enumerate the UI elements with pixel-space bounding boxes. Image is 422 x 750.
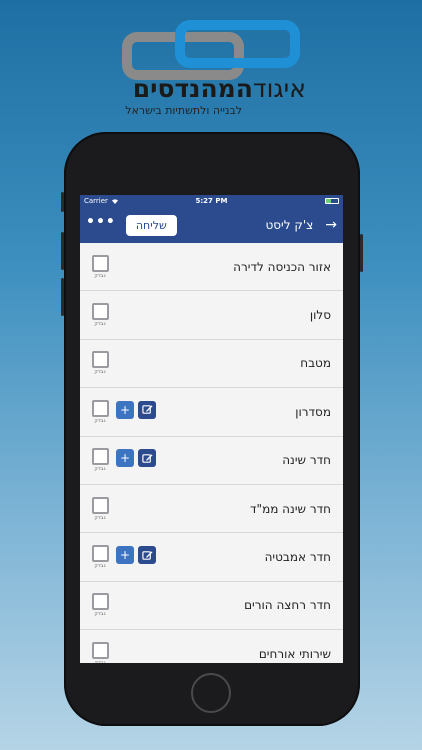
checklist-row[interactable]: נבדק שירותי אורחים — [80, 630, 343, 663]
row-controls: נבדק — [90, 496, 110, 521]
checklist-row[interactable]: נבדק אזור הכניסה לדירה — [80, 243, 343, 292]
phone-frame: Carrier 5:27 PM ••• שליחה צ'ק ליסט → נבד… — [61, 132, 363, 726]
edit-icon[interactable] — [138, 546, 156, 565]
edit-icon[interactable] — [138, 449, 156, 468]
pencil-icon — [141, 453, 153, 463]
checklist-row[interactable]: נבדק + מסדרון — [80, 388, 343, 437]
row-action-buttons: + — [116, 546, 156, 565]
arrow-right-icon[interactable]: → — [325, 217, 337, 233]
home-button[interactable] — [191, 673, 231, 713]
row-label: חדר שינה — [282, 453, 331, 468]
check-wrap: נבדק — [90, 545, 110, 569]
logo-title-thin: איגוד — [252, 74, 306, 103]
row-controls: נבדק — [90, 303, 110, 327]
status-bar: Carrier 5:27 PM — [80, 195, 343, 207]
checkbox[interactable] — [91, 545, 109, 563]
checkbox[interactable] — [91, 399, 109, 417]
row-controls: נבדק — [90, 593, 110, 617]
battery-level — [326, 199, 332, 203]
logo-title-strong: המהנדסים — [132, 74, 253, 103]
edit-icon[interactable] — [138, 400, 156, 419]
row-controls: נבדק — [90, 641, 110, 663]
checkbox[interactable] — [91, 641, 109, 659]
check-wrap: נבדק — [90, 448, 110, 472]
row-controls: נבדק — [90, 351, 110, 375]
logo-title: איגודהמהנדסים — [120, 74, 306, 108]
pencil-icon — [141, 405, 153, 415]
volume-up-button — [61, 232, 64, 270]
logo-subtitle: לבנייה ולתשתיות בישראל — [125, 104, 242, 117]
plus-icon[interactable]: + — [116, 449, 134, 468]
logo-rings-icon — [122, 20, 300, 80]
checked-label: נבדק — [94, 514, 106, 521]
battery-icon — [325, 198, 339, 204]
checklist-row[interactable]: נבדק חדר שינה ממ"ד — [80, 485, 343, 534]
check-wrap: נבדק — [90, 351, 110, 375]
checkbox[interactable] — [91, 496, 109, 514]
checked-label: נבדק — [94, 466, 106, 473]
checklist-row[interactable]: נבדק + חדר אמבטיה — [80, 533, 343, 582]
app-screen: Carrier 5:27 PM ••• שליחה צ'ק ליסט → נבד… — [80, 195, 343, 663]
checked-label: נבדק — [94, 321, 106, 328]
checked-label: נבדק — [94, 659, 106, 663]
checked-label: נבדק — [94, 611, 106, 618]
checked-label: נבדק — [94, 369, 106, 376]
plus-icon[interactable]: + — [116, 400, 134, 419]
row-controls: נבדק + — [90, 448, 156, 472]
checklist: נבדק אזור הכניסה לדירה נבדק סלון נבדק מט… — [80, 243, 343, 663]
row-action-buttons: + — [116, 400, 156, 419]
check-wrap: נבדק — [90, 399, 110, 424]
page-title: צ'ק ליסט — [265, 218, 314, 232]
status-time: 5:27 PM — [195, 197, 228, 205]
row-controls: נבדק + — [90, 545, 156, 569]
row-controls: נבדק + — [90, 399, 156, 424]
check-wrap: נבדק — [90, 496, 110, 521]
checked-label: נבדק — [94, 563, 106, 570]
check-wrap: נבדק — [90, 303, 110, 327]
row-label: סלון — [309, 308, 331, 323]
check-wrap: נבדק — [90, 254, 110, 279]
checklist-row[interactable]: נבדק חדר רחצה הורים — [80, 582, 343, 631]
row-action-buttons: + — [116, 449, 156, 468]
send-button[interactable]: שליחה — [125, 214, 177, 236]
row-controls: נבדק — [90, 254, 110, 279]
nav-title-group: צ'ק ליסט → — [265, 217, 337, 233]
more-menu-button[interactable]: ••• — [86, 215, 116, 235]
row-label: חדר אמבטיה — [264, 550, 331, 565]
checklist-row[interactable]: נבדק + חדר שינה — [80, 437, 343, 485]
checkbox[interactable] — [91, 448, 109, 466]
check-wrap: נבדק — [90, 593, 110, 617]
row-label: חדר שינה ממ"ד — [250, 501, 331, 516]
check-wrap: נבדק — [90, 641, 110, 663]
plus-icon[interactable]: + — [116, 546, 134, 565]
row-label: מסדרון — [295, 404, 331, 419]
volume-down-button — [61, 278, 64, 316]
power-button — [360, 234, 363, 272]
row-label: אזור הכניסה לדירה — [233, 259, 331, 274]
checklist-row[interactable]: נבדק סלון — [80, 291, 343, 340]
pencil-icon — [141, 550, 153, 560]
checkbox[interactable] — [91, 303, 109, 321]
checked-label: נבדק — [94, 272, 106, 279]
nav-actions: ••• שליחה — [86, 214, 177, 236]
row-label: חדר רחצה הורים — [244, 598, 331, 613]
nav-bar: ••• שליחה צ'ק ליסט → — [80, 207, 343, 243]
checkbox[interactable] — [91, 351, 109, 369]
checkbox[interactable] — [91, 593, 109, 611]
checklist-row[interactable]: נבדק מטבח — [80, 340, 343, 389]
checkbox[interactable] — [91, 254, 109, 272]
checked-label: נבדק — [94, 417, 106, 424]
row-label: מטבח — [300, 356, 331, 371]
row-label: שירותי אורחים — [258, 646, 331, 661]
brand-logo: איגודהמהנדסים לבנייה ולתשתיות בישראל — [0, 0, 422, 125]
mute-switch — [61, 192, 64, 212]
